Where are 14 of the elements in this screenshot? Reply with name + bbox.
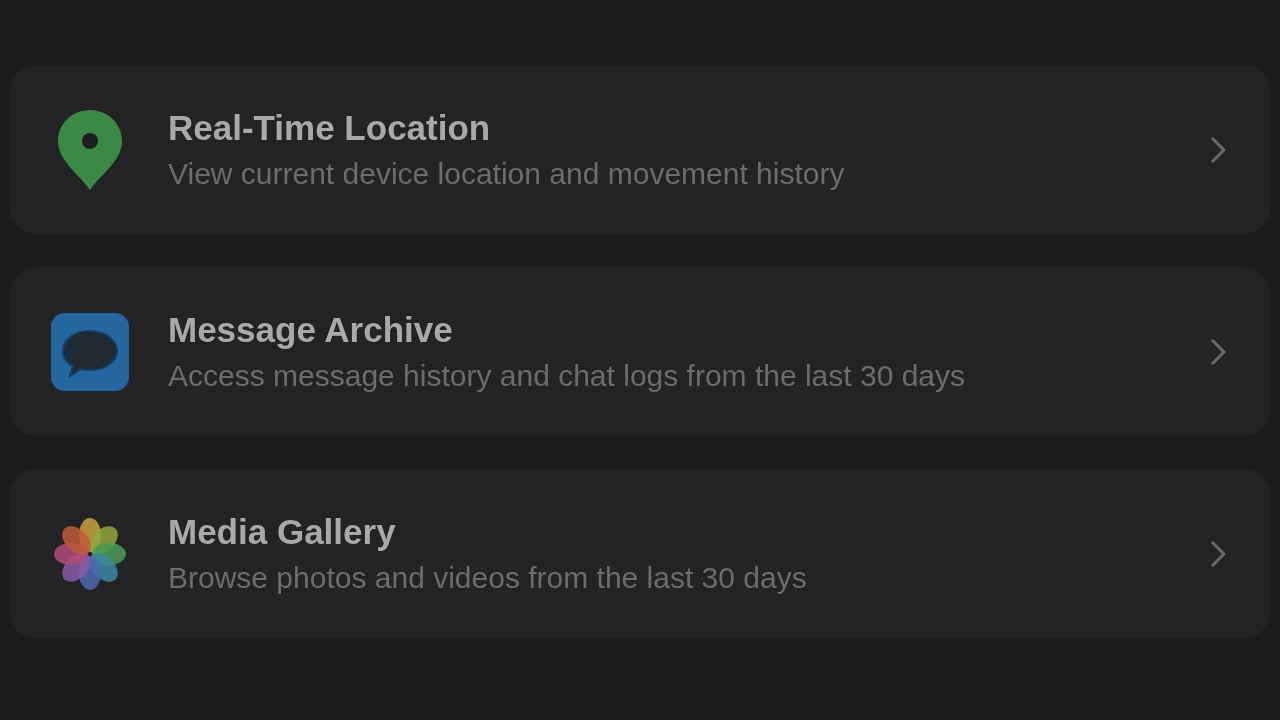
card-title: Real-Time Location bbox=[168, 106, 492, 149]
card-title: Message Archive bbox=[168, 308, 454, 351]
chevron-right-icon bbox=[1210, 337, 1226, 366]
card-subtitle: Access message history and chat logs from the last 30 days bbox=[168, 357, 967, 394]
chat-bubble-icon bbox=[51, 312, 129, 391]
chevron-right-icon bbox=[1210, 135, 1226, 164]
menu-card[interactable]: Message Archive Access message history and chat logs from the last 30 days bbox=[10, 267, 1270, 436]
card-subtitle: View current device location and movement history bbox=[168, 155, 846, 192]
menu-card[interactable]: Real-Time Location View current device location and movement history bbox=[10, 65, 1270, 234]
card-title: Media Gallery bbox=[168, 510, 397, 553]
chevron-right-icon bbox=[1210, 539, 1226, 568]
map-pin-icon bbox=[55, 107, 125, 192]
card-subtitle: Browse photos and videos from the last 30 days bbox=[168, 559, 808, 596]
menu-card[interactable]: Media Gallery Browse photos and videos from the last 30 days bbox=[10, 469, 1270, 638]
